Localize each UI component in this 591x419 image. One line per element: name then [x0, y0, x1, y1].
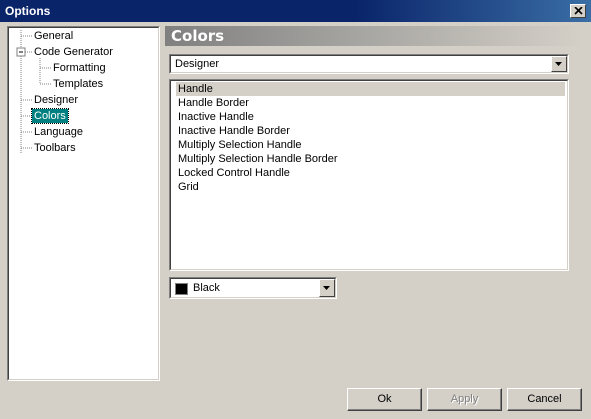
- tree-item-templates[interactable]: Templates: [53, 77, 103, 91]
- title-bar[interactable]: Options: [0, 0, 591, 22]
- section-title: Colors: [171, 27, 225, 45]
- list-item[interactable]: Multiply Selection Handle Border: [178, 152, 338, 166]
- category-dropdown-button[interactable]: [551, 56, 567, 72]
- tree-item-code-generator[interactable]: Code Generator: [34, 45, 113, 59]
- list-item[interactable]: Handle: [176, 82, 565, 96]
- tree-item-language[interactable]: Language: [34, 125, 83, 139]
- color-swatch: [175, 283, 188, 295]
- options-tree[interactable]: General Code Generator Formatting Templa…: [7, 26, 160, 381]
- color-select[interactable]: Black: [169, 277, 337, 299]
- tree-item-formatting[interactable]: Formatting: [53, 61, 106, 75]
- tree-item-colors[interactable]: Colors: [31, 108, 69, 124]
- close-icon: [574, 7, 583, 15]
- close-button[interactable]: [570, 4, 586, 18]
- color-dropdown-button[interactable]: [319, 279, 335, 297]
- color-items-list[interactable]: Handle Handle Border Inactive Handle Ina…: [169, 79, 569, 271]
- apply-button-label: Apply: [450, 393, 479, 405]
- color-select-value: Black: [193, 282, 220, 294]
- list-item[interactable]: Locked Control Handle: [178, 166, 290, 180]
- category-select[interactable]: Designer: [169, 54, 569, 74]
- collapse-toggle-icon: [16, 47, 26, 57]
- list-item[interactable]: Inactive Handle Border: [178, 124, 290, 138]
- list-item[interactable]: Grid: [178, 180, 199, 194]
- section-header: Colors: [165, 26, 584, 46]
- cancel-button[interactable]: Cancel: [507, 388, 582, 411]
- chevron-down-icon: [555, 62, 562, 66]
- ok-button[interactable]: Ok: [347, 388, 422, 411]
- tree-item-designer[interactable]: Designer: [34, 93, 78, 107]
- chevron-down-icon: [323, 286, 330, 290]
- apply-button[interactable]: Apply: [427, 388, 502, 411]
- window-title: Options: [5, 4, 51, 18]
- list-item[interactable]: Inactive Handle: [178, 110, 254, 124]
- tree-item-toolbars[interactable]: Toolbars: [34, 141, 76, 155]
- list-item[interactable]: Handle Border: [178, 96, 249, 110]
- tree-item-general[interactable]: General: [34, 29, 73, 43]
- category-select-value: Designer: [175, 58, 220, 70]
- options-dialog: Options General Code Generator Formattin…: [0, 0, 591, 419]
- cancel-button-label: Cancel: [527, 393, 562, 405]
- list-item[interactable]: Multiply Selection Handle: [178, 138, 302, 152]
- ok-button-label: Ok: [377, 393, 392, 405]
